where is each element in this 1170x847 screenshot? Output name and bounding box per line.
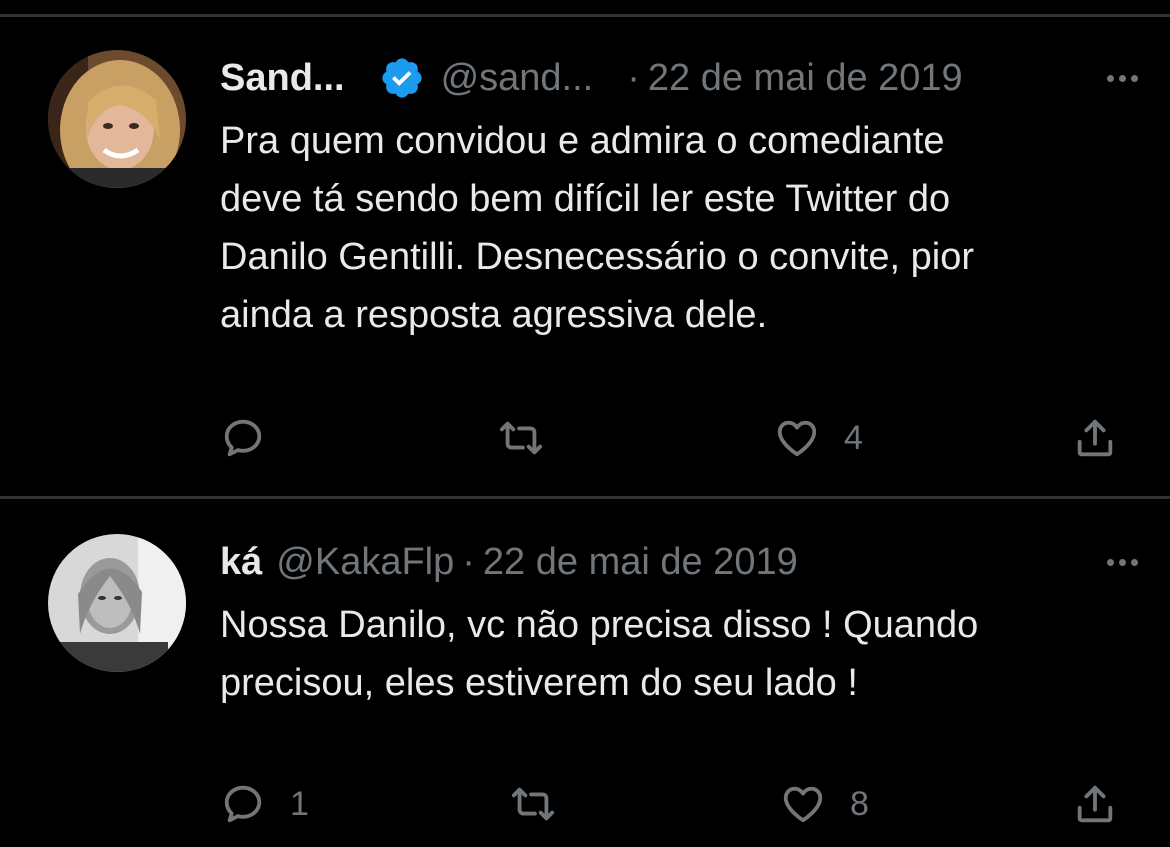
tweet-divider [0,496,1170,499]
retweet-button[interactable] [498,408,568,468]
reply-icon [224,419,262,457]
tweet-text: Pra quem convidou e admira o comediante … [220,112,1120,344]
avatar-image [48,534,186,672]
reply-count: 1 [290,784,309,823]
tweet-text-line: deve tá sendo bem difícil ler este Twitt… [220,178,951,220]
tweet-header: Sand... @sand... · 22 de mai de 2019 [220,48,1130,108]
tweet-header: ká @KakaFlp · 22 de mai de 2019 [220,532,1130,592]
share-icon [1077,419,1113,457]
share-button[interactable] [1072,774,1118,834]
retweet-button[interactable] [510,774,580,834]
reply-button[interactable] [220,408,290,468]
action-bar: 1 8 [0,774,1170,834]
display-name[interactable]: Sand... [220,57,345,100]
tweet-date[interactable]: 22 de mai de 2019 [648,57,963,100]
avatar-image [48,50,186,188]
like-count: 4 [844,418,863,457]
tweet-text: Nossa Danilo, vc não precisa disso ! Qua… [220,596,1120,712]
tweet-text-line: Pra quem convidou e admira o comediante [220,120,945,162]
share-icon [1077,785,1113,823]
reply-icon [224,785,262,823]
user-handle[interactable]: @sand... [441,57,594,100]
avatar[interactable] [48,534,186,672]
avatar[interactable] [48,50,186,188]
tweet-text-line: ainda a resposta agressiva dele. [220,294,768,336]
like-button[interactable]: 8 [780,774,869,834]
verified-badge-icon[interactable] [379,55,425,101]
heart-icon [777,420,817,457]
more-icon[interactable] [1100,58,1144,98]
heart-icon [783,786,823,823]
more-icon[interactable] [1100,542,1144,582]
separator-dot: · [462,540,475,583]
user-handle[interactable]: @KakaFlp [276,541,454,584]
action-bar: 4 [0,408,1170,468]
separator-dot: · [627,56,640,99]
like-button[interactable]: 4 [774,408,863,468]
display-name[interactable]: ká [220,541,262,584]
top-divider [0,14,1170,17]
tweet-text-line: Nossa Danilo, vc não precisa disso ! Qua… [220,604,979,646]
like-count: 8 [850,784,869,823]
tweet-text-line: Danilo Gentilli. Desnecessário o convite… [220,236,975,278]
tweet-text-line: precisou, eles estiverem do seu lado ! [220,662,858,704]
retweet-icon [511,787,555,821]
retweet-icon [499,421,543,455]
share-button[interactable] [1072,408,1118,468]
reply-button[interactable]: 1 [220,774,309,834]
tweet-date[interactable]: 22 de mai de 2019 [483,541,798,584]
